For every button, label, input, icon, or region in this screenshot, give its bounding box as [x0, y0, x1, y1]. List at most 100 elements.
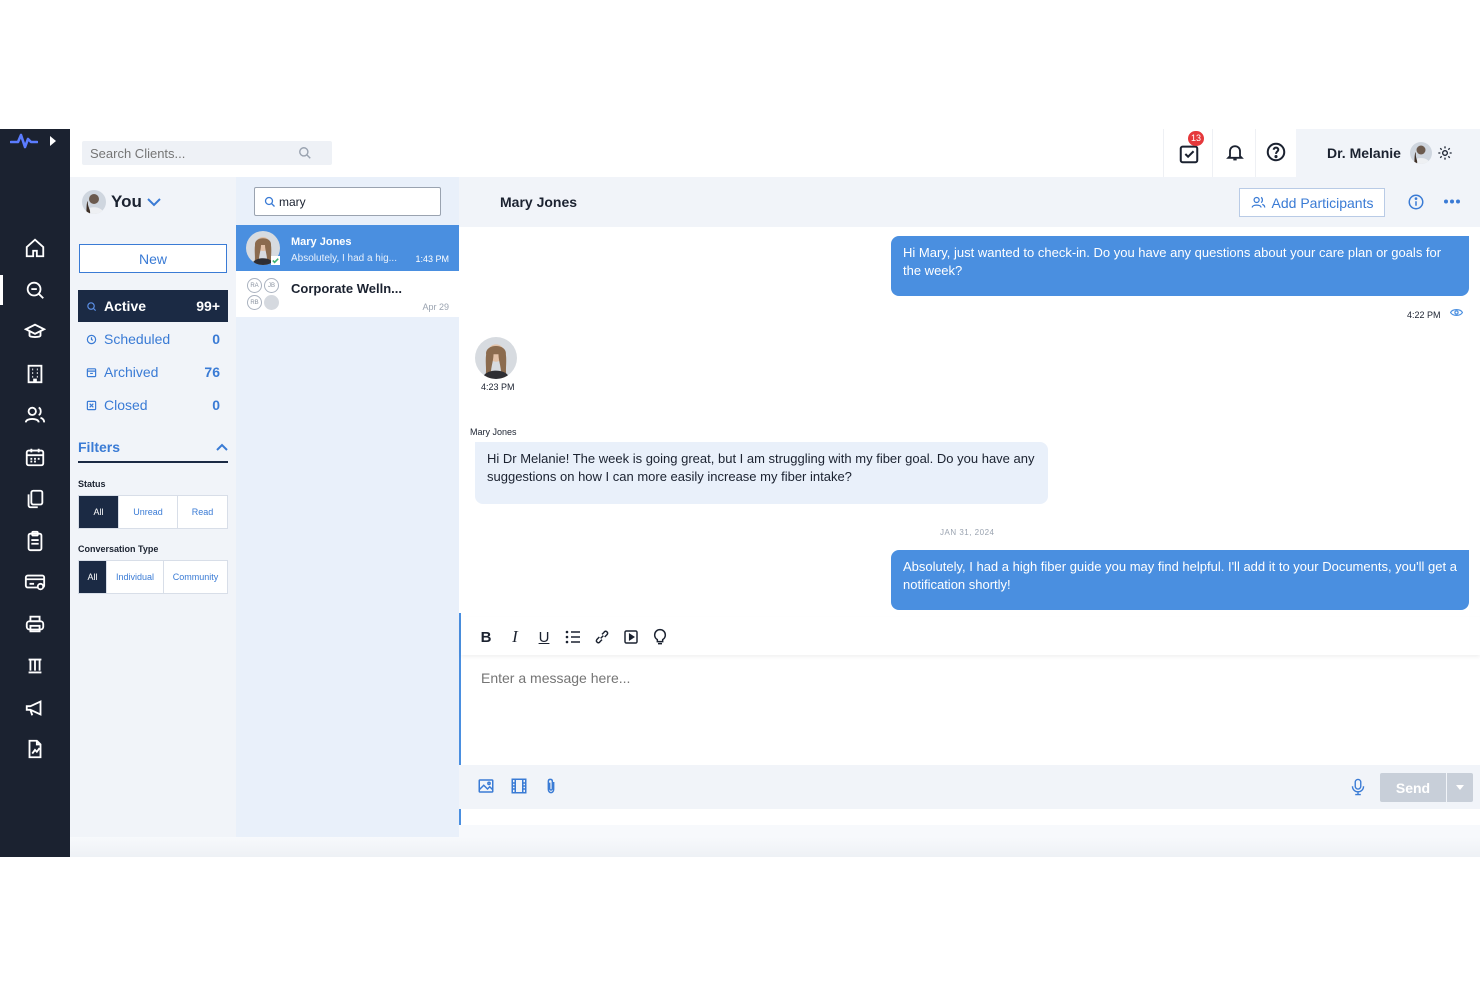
- bold-icon[interactable]: B: [477, 628, 495, 646]
- list-icon[interactable]: [564, 628, 582, 646]
- status-filter-unread[interactable]: Unread: [119, 496, 178, 528]
- calendar-icon[interactable]: [22, 444, 48, 470]
- formatting-toolbar: B I U: [461, 617, 1480, 655]
- link-icon[interactable]: [593, 628, 611, 646]
- billing-icon[interactable]: [22, 569, 48, 595]
- users-icon[interactable]: [22, 402, 48, 428]
- status-closed[interactable]: Closed 0: [78, 389, 228, 421]
- search-clients-input[interactable]: [82, 141, 282, 165]
- type-filter-individual[interactable]: Individual: [107, 561, 164, 593]
- expand-sidebar-icon[interactable]: [49, 135, 57, 147]
- gear-icon[interactable]: [1437, 145, 1453, 161]
- conversation-name: Mary Jones: [291, 236, 352, 248]
- message-input[interactable]: [481, 667, 1381, 689]
- chat-header: Mary Jones Add Participants: [459, 177, 1480, 227]
- sender-name: Mary Jones: [470, 427, 517, 437]
- status-label: Scheduled: [104, 331, 171, 347]
- filters-toggle[interactable]: Filters: [78, 433, 228, 463]
- video-embed-icon[interactable]: [622, 628, 640, 646]
- logo-icon[interactable]: [10, 131, 38, 151]
- owner-label: You: [111, 192, 142, 211]
- more-options-icon[interactable]: [1444, 199, 1460, 204]
- participant-avatar: [264, 295, 279, 310]
- conversation-list: Mary Jones Absolutely, I had a hig... 1:…: [236, 177, 459, 837]
- add-participants-button[interactable]: Add Participants: [1239, 188, 1385, 217]
- building-icon[interactable]: [22, 361, 48, 387]
- search-clients-box: [82, 141, 332, 165]
- archive-icon: [86, 367, 97, 378]
- message-time: 4:23 PM: [481, 382, 515, 392]
- top-divider: [1163, 129, 1164, 177]
- home-icon[interactable]: [22, 235, 48, 261]
- send-options-dropdown[interactable]: [1447, 773, 1473, 802]
- status-filter-read[interactable]: Read: [178, 496, 227, 528]
- clipboard-icon[interactable]: [22, 528, 48, 554]
- paperclip-icon[interactable]: [543, 777, 559, 795]
- print-icon[interactable]: [22, 611, 48, 637]
- send-button[interactable]: Send: [1380, 773, 1446, 802]
- underline-icon[interactable]: U: [535, 628, 553, 646]
- chat-title: Mary Jones: [500, 194, 578, 210]
- active-conversations-icon: [86, 301, 97, 312]
- status-filter-title: Status: [78, 479, 106, 489]
- education-icon[interactable]: [22, 319, 48, 345]
- top-divider: [1212, 129, 1213, 177]
- sender-avatar: [475, 337, 517, 379]
- type-filter-title: Conversation Type: [78, 544, 159, 554]
- status-active[interactable]: Active 99+: [78, 290, 228, 322]
- conversation-preview: Absolutely, I had a hig...: [291, 253, 397, 264]
- help-icon[interactable]: [1265, 141, 1287, 163]
- participant-avatar: JB: [264, 278, 279, 293]
- tasks-icon[interactable]: [1178, 143, 1200, 165]
- status-filter-all[interactable]: All: [79, 496, 119, 528]
- tasks-badge: 13: [1188, 131, 1205, 146]
- chat-icon[interactable]: [22, 277, 48, 303]
- type-filter-community[interactable]: Community: [164, 561, 227, 593]
- conversation-item[interactable]: Mary Jones Absolutely, I had a hig... 1:…: [236, 225, 459, 271]
- lightbulb-icon[interactable]: [651, 628, 669, 646]
- bell-icon[interactable]: [1225, 141, 1245, 163]
- italic-icon[interactable]: I: [506, 627, 524, 646]
- message-time: 4:22 PM: [1407, 310, 1441, 320]
- message-thread: Hi Mary, just wanted to check-in. Do you…: [459, 227, 1480, 613]
- search-icon: [264, 196, 276, 208]
- online-check-icon: [271, 256, 280, 265]
- chevron-up-icon[interactable]: [216, 443, 228, 451]
- microphone-icon[interactable]: [1351, 778, 1365, 796]
- documents-icon[interactable]: [22, 486, 48, 512]
- incoming-message: Hi Dr Melanie! The week is going great, …: [475, 442, 1048, 504]
- image-attach-icon[interactable]: [477, 777, 495, 795]
- conversation-search: [254, 187, 441, 216]
- supplements-icon[interactable]: [22, 653, 48, 679]
- app-window: 13 Dr. Melanie You: [0, 129, 1480, 857]
- search-icon[interactable]: [298, 146, 312, 160]
- type-filter-all[interactable]: All: [79, 561, 107, 593]
- filter-panel: You New Active 99+ Scheduled 0 Archived: [70, 177, 236, 837]
- message-composer: B I U Enter a message here... Send: [459, 613, 1480, 825]
- participant-avatar: RA: [247, 278, 262, 293]
- status-count: 99+: [196, 298, 220, 314]
- rail-active-indicator: [0, 275, 3, 305]
- info-icon[interactable]: [1407, 193, 1425, 211]
- user-name: Dr. Melanie: [1327, 145, 1401, 161]
- megaphone-icon[interactable]: [22, 695, 48, 721]
- caret-down-icon: [1456, 785, 1464, 790]
- status-label: Archived: [104, 364, 159, 380]
- user-menu[interactable]: Dr. Melanie: [1296, 129, 1480, 177]
- status-archived[interactable]: Archived 76: [78, 356, 228, 388]
- add-participants-label: Add Participants: [1271, 194, 1374, 211]
- conversation-time: Apr 29: [422, 302, 449, 312]
- chevron-down-icon[interactable]: [147, 197, 161, 207]
- conversation-search-input[interactable]: [279, 192, 429, 212]
- new-conversation-button[interactable]: New: [79, 244, 227, 273]
- status-scheduled[interactable]: Scheduled 0: [78, 323, 228, 355]
- top-divider: [1255, 129, 1256, 177]
- reports-icon[interactable]: [22, 736, 48, 762]
- video-attach-icon[interactable]: [510, 777, 528, 795]
- owner-selector[interactable]: You: [82, 189, 161, 215]
- user-avatar[interactable]: [1410, 142, 1432, 164]
- avatar: [82, 190, 106, 214]
- conversation-time: 1:43 PM: [415, 254, 449, 264]
- conversation-item[interactable]: RA JB RB Corporate Welln... Apr 29: [236, 271, 459, 317]
- participant-avatar: RB: [247, 295, 262, 310]
